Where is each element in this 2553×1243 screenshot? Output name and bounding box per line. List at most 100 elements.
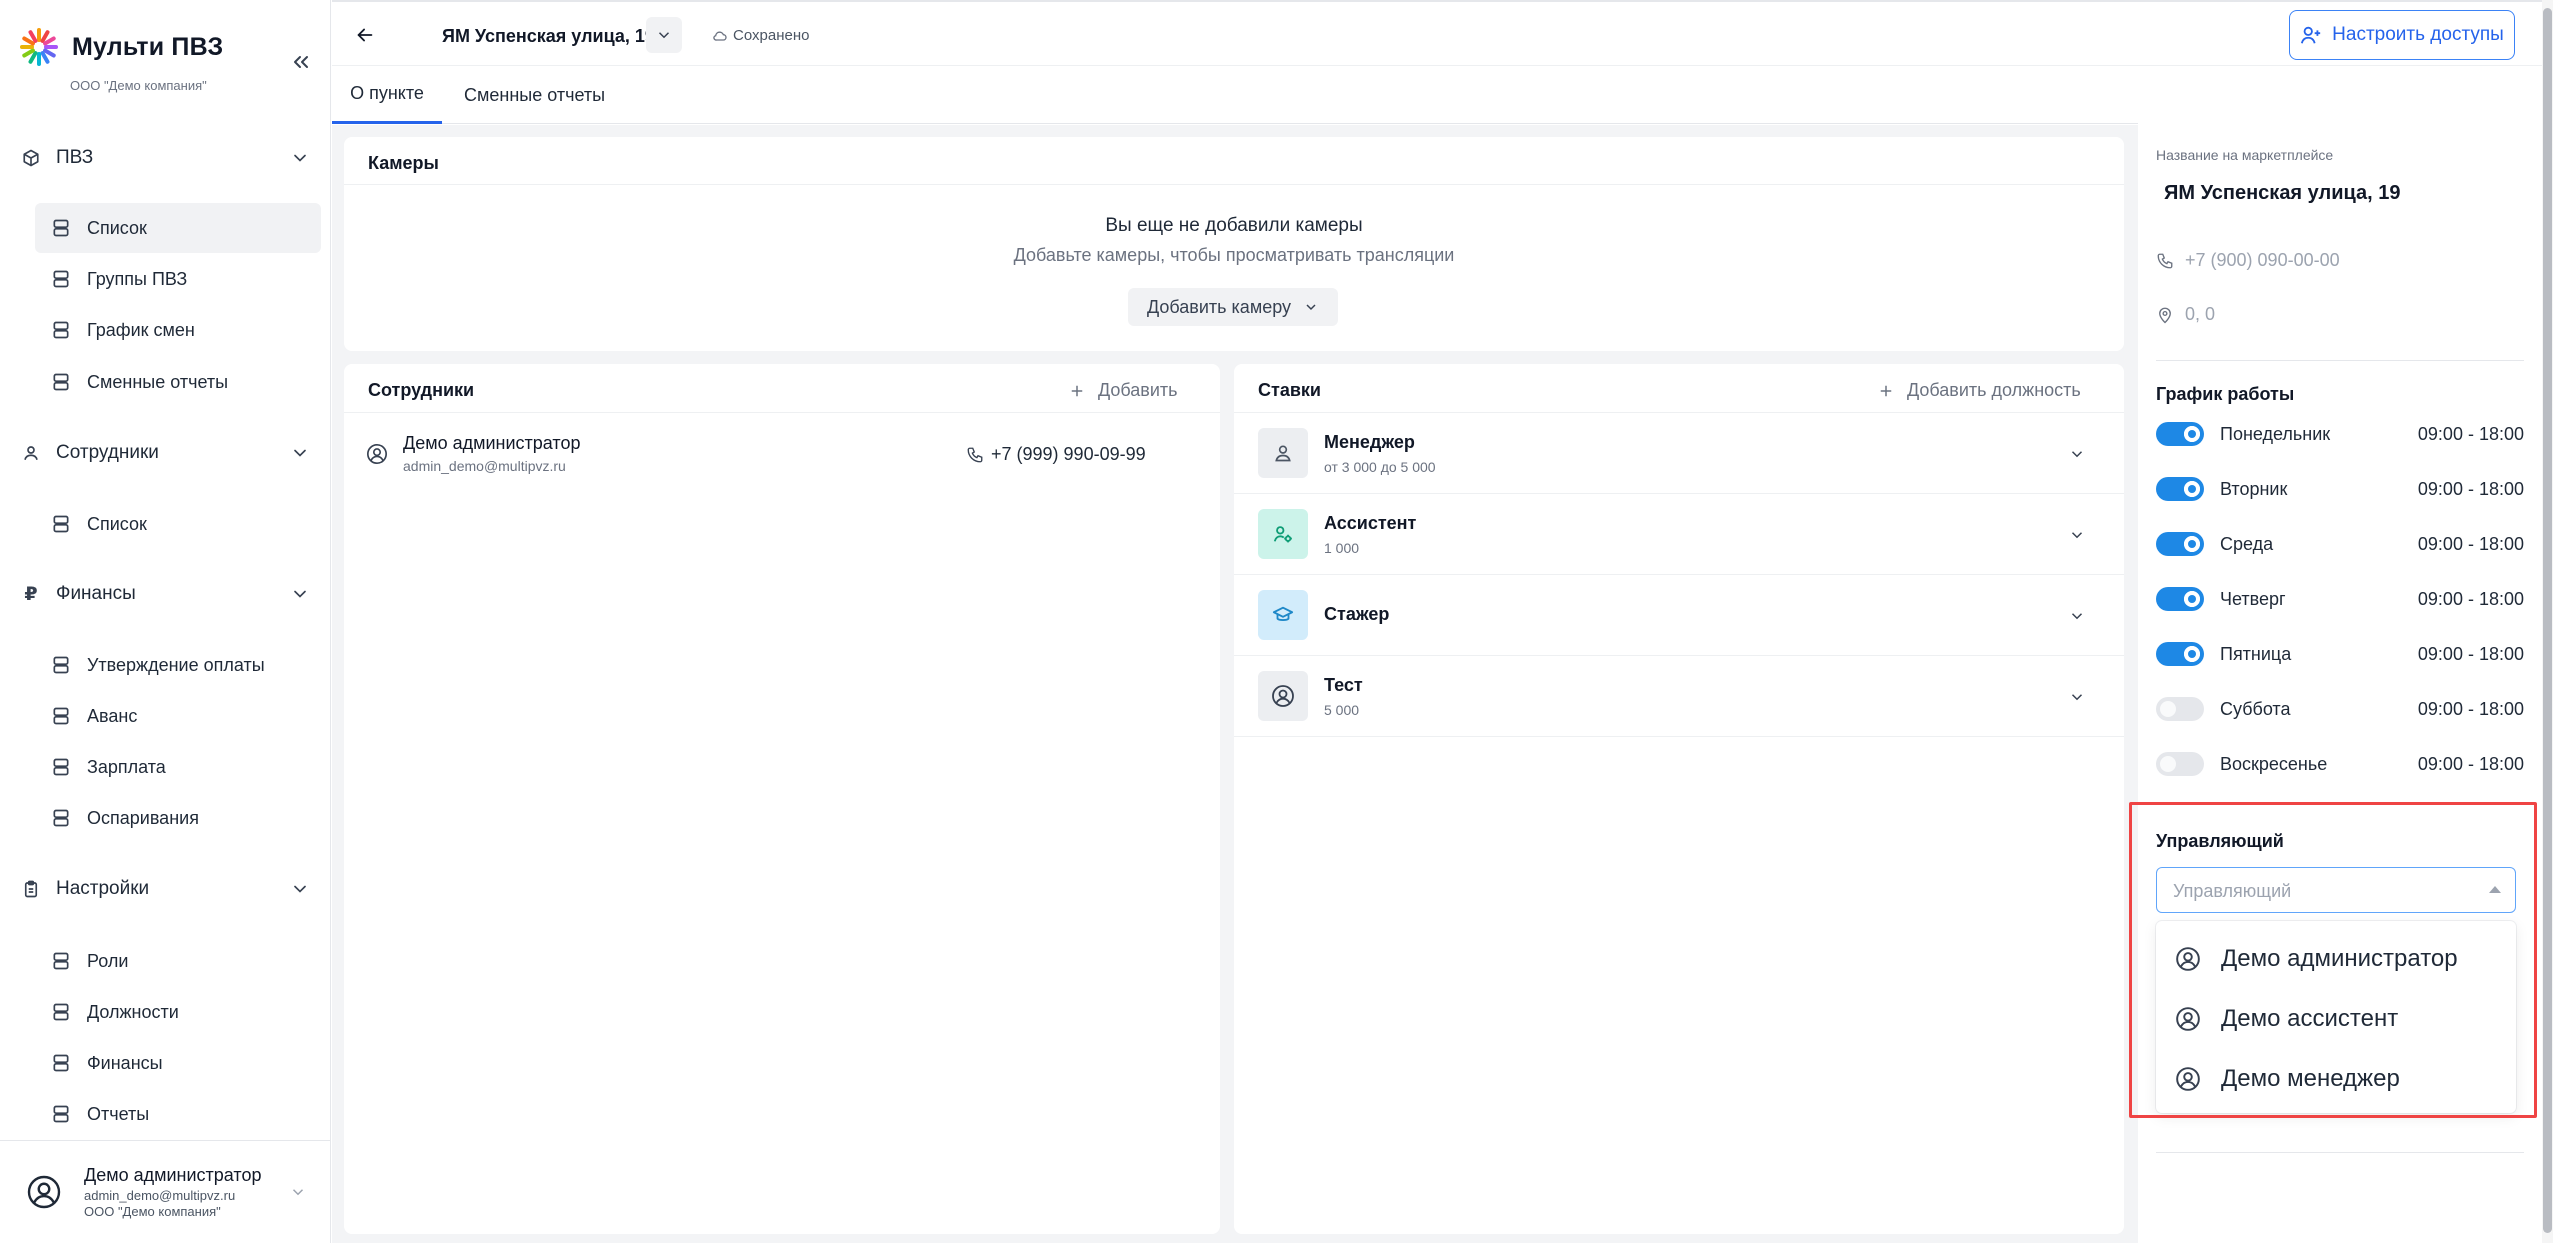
manager-option-assistant[interactable]: Демо ассистент (2156, 991, 2516, 1047)
sidebar-item-label: Список (87, 513, 147, 534)
list-icon (53, 1054, 69, 1072)
tab-shift-reports[interactable]: Сменные отчеты (464, 66, 605, 124)
point-phone[interactable]: +7 (900) 090-00-00 (2156, 250, 2340, 271)
day-time[interactable]: 09:00 - 18:00 (2418, 534, 2524, 555)
day-name: Суббота (2220, 698, 2291, 719)
chevron-down-icon (2071, 532, 2083, 539)
employee-phone: +7 (999) 990-09-99 (966, 444, 1146, 465)
sidebar-item-pvz-groups[interactable]: Группы ПВЗ (35, 254, 321, 304)
sidebar-item-shift-reports[interactable]: Сменные отчеты (35, 357, 321, 407)
toggle-saturday[interactable] (2156, 697, 2204, 721)
sidebar-section-label: Сотрудники (56, 442, 159, 463)
marketplace-name-value[interactable]: ЯМ Успенская улица, 19 (2164, 182, 2401, 205)
sidebar-item-label: График смен (87, 319, 195, 340)
collapse-sidebar-icon[interactable] (289, 50, 313, 74)
sidebar-section-settings[interactable]: Настройки (20, 872, 310, 906)
schedule-row-sunday: Воскресенье 09:00 - 18:00 (2156, 749, 2524, 779)
tab-about[interactable]: О пункте (332, 66, 442, 124)
add-position-label: Добавить должность (1907, 380, 2081, 400)
cameras-empty-title: Вы еще не добавили камеры (1105, 215, 1363, 236)
rate-row-intern[interactable]: Стажер (1234, 575, 2124, 656)
add-position-button[interactable]: Добавить должность (1877, 380, 2081, 401)
sidebar-item-employees-list[interactable]: Список (35, 499, 321, 549)
sidebar-section-label: Финансы (56, 583, 136, 604)
sidebar-item-label: Группы ПВЗ (87, 268, 188, 289)
saved-label: Сохранено (733, 27, 810, 44)
list-icon (53, 373, 69, 391)
sidebar-item-pvz-list[interactable]: Список (35, 203, 321, 253)
rate-row-manager[interactable]: Менеджер от 3 000 до 5 000 (1234, 413, 2124, 494)
employee-phone-value: +7 (999) 990-09-99 (991, 444, 1146, 464)
toggle-sunday[interactable] (2156, 752, 2204, 776)
chevron-down-icon (294, 154, 306, 162)
day-time[interactable]: 09:00 - 18:00 (2418, 424, 2524, 445)
day-time[interactable]: 09:00 - 18:00 (2418, 589, 2524, 610)
employees-title: Сотрудники (368, 380, 475, 400)
day-name: Вторник (2220, 478, 2288, 499)
rate-row-test[interactable]: Тест 5 000 (1234, 656, 2124, 737)
user-menu[interactable]: Демо администратор admin_demo@multipvz.r… (0, 1140, 331, 1243)
sidebar-item-positions[interactable]: Должности (35, 987, 321, 1037)
manager-select[interactable]: Управляющий (2156, 867, 2516, 913)
user-email: admin_demo@multipvz.ru (84, 1188, 236, 1203)
day-time[interactable]: 09:00 - 18:00 (2418, 644, 2524, 665)
sidebar-item-disputes[interactable]: Оспаривания (35, 793, 321, 843)
sidebar-section-finance[interactable]: ₽ Финансы (20, 577, 310, 611)
schedule-row-monday: Понедельник 09:00 - 18:00 (2156, 419, 2524, 449)
rate-range: 5 000 (1324, 702, 1360, 718)
sidebar-item-label: Должности (87, 1001, 179, 1022)
sidebar-item-reports[interactable]: Отчеты (35, 1089, 321, 1139)
ruble-icon: ₽ (24, 583, 38, 605)
toggle-monday[interactable] (2156, 422, 2204, 446)
user-name: Демо администратор (84, 1165, 262, 1185)
day-time[interactable]: 09:00 - 18:00 (2418, 699, 2524, 720)
cameras-title: Камеры (368, 153, 439, 173)
brand[interactable]: Мульти ПВЗ (18, 26, 223, 68)
day-name: Понедельник (2220, 423, 2331, 444)
sidebar-item-advance[interactable]: Аванс (35, 691, 321, 741)
point-coords-value: 0, 0 (2185, 304, 2216, 324)
sidebar-item-payment-approval[interactable]: Утверждение оплаты (35, 640, 321, 690)
sidebar-item-roles[interactable]: Роли (35, 936, 321, 986)
sidebar-item-shift-schedule[interactable]: График смен (35, 305, 321, 355)
add-employee-button[interactable]: Добавить (1068, 380, 1178, 401)
employees-card: Сотрудники Добавить Демо администратор a… (344, 364, 1220, 1234)
scrollbar-thumb[interactable] (2543, 8, 2552, 1233)
sidebar-section-employees[interactable]: Сотрудники (20, 436, 310, 470)
chevron-down-icon (658, 32, 670, 39)
brand-logo-icon (20, 28, 58, 66)
day-time[interactable]: 09:00 - 18:00 (2418, 754, 2524, 775)
toggle-friday[interactable] (2156, 642, 2204, 666)
manager-option-admin[interactable]: Демо администратор (2156, 931, 2516, 987)
list-icon (53, 758, 69, 776)
toggle-tuesday[interactable] (2156, 477, 2204, 501)
day-name: Пятница (2220, 643, 2292, 664)
clipboard-icon (24, 880, 38, 898)
manager-option-manager[interactable]: Демо менеджер (2156, 1051, 2516, 1107)
employee-name: Демо администратор (403, 433, 581, 453)
sidebar-section-pvz[interactable]: ПВЗ (20, 141, 310, 175)
sidebar-item-label: Сменные отчеты (87, 371, 229, 392)
point-details-panel: Название на маркетплейсе ЯМ Успенская ул… (2139, 125, 2542, 1243)
sidebar-item-settings-finance[interactable]: Финансы (35, 1038, 321, 1088)
user-circle-icon (1258, 671, 1308, 721)
user-icon (24, 446, 38, 461)
day-time[interactable]: 09:00 - 18:00 (2418, 479, 2524, 500)
rate-range: 1 000 (1324, 540, 1360, 556)
rate-row-assistant[interactable]: Ассистент 1 000 (1234, 494, 2124, 575)
point-coords[interactable]: 0, 0 (2156, 304, 2215, 325)
configure-access-button[interactable]: Настроить доступы (2289, 10, 2515, 60)
add-camera-button[interactable]: Добавить камеру (1128, 288, 1338, 326)
user-plus-icon (2301, 26, 2321, 44)
back-arrow-icon[interactable] (354, 24, 376, 46)
point-phone-value: +7 (900) 090-00-00 (2185, 250, 2340, 270)
sidebar-item-salary[interactable]: Зарплата (35, 742, 321, 792)
toggle-wednesday[interactable] (2156, 532, 2204, 556)
toggle-thursday[interactable] (2156, 587, 2204, 611)
sidebar-item-label: Отчеты (87, 1103, 150, 1124)
list-icon (53, 270, 69, 288)
title-dropdown-button[interactable] (646, 17, 682, 53)
manager-placeholder: Управляющий (2173, 881, 2292, 901)
tabs: О пункте Сменные отчеты (332, 66, 2138, 124)
phone-icon (967, 447, 983, 462)
